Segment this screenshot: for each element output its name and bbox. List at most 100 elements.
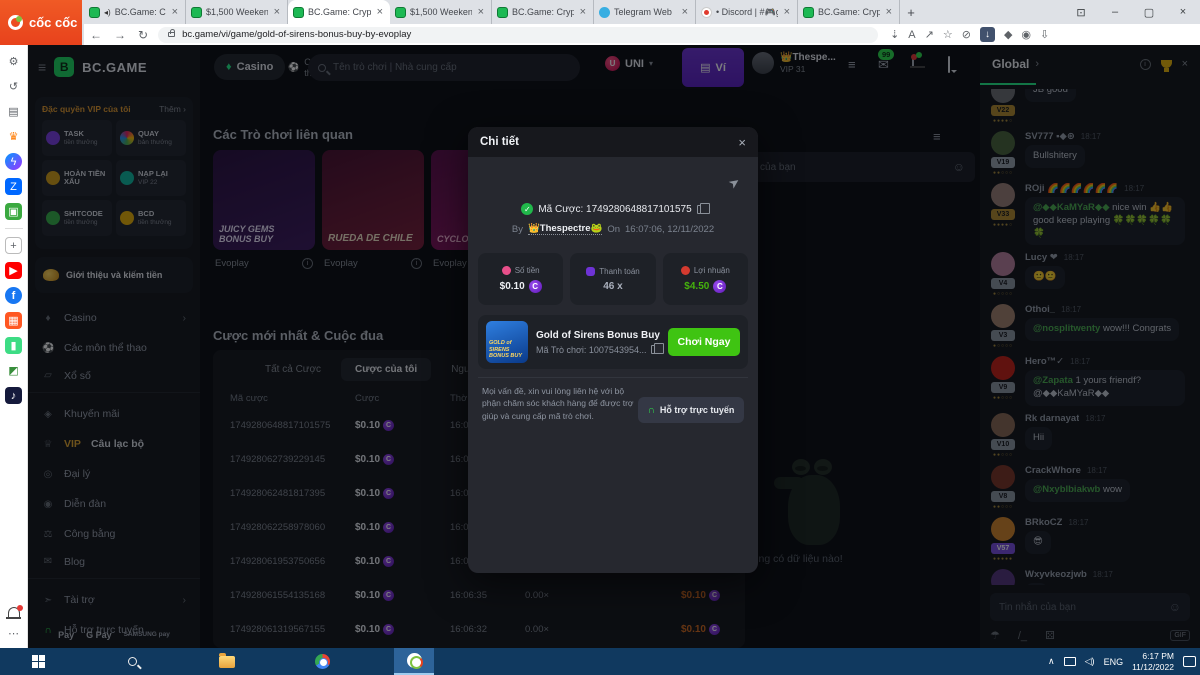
browser-tab[interactable]: ◂) BC.Game: Crypto × xyxy=(84,0,186,24)
tab-close-icon[interactable]: × xyxy=(680,6,690,18)
education-icon[interactable]: ◩ xyxy=(5,362,22,379)
verified-shield-icon: ✓ xyxy=(521,203,533,215)
downloads-tray-icon[interactable]: ⇩ xyxy=(1040,28,1049,41)
zalo-icon[interactable]: Z xyxy=(5,178,22,195)
chrome-icon[interactable] xyxy=(302,648,342,675)
taskbar-search-icon[interactable] xyxy=(112,648,152,675)
tab-close-icon[interactable]: × xyxy=(272,6,282,18)
tab-close-icon[interactable]: × xyxy=(375,6,385,18)
stat-amount: Số tiền $0.10C xyxy=(478,253,563,305)
tab-title: BC.Game: Crypto Ca xyxy=(308,7,371,17)
tab-strip: ◂) BC.Game: Crypto × $1,500 Weekend Evo × B… xyxy=(84,0,922,24)
url-text: bc.game/vi/game/gold-of-sirens-bonus-buy… xyxy=(182,29,411,40)
coccoc-taskbar-icon[interactable] xyxy=(394,648,434,675)
network-icon[interactable] xyxy=(1064,657,1076,666)
bcgame-favicon xyxy=(293,7,304,18)
maximize-button[interactable]: ▢ xyxy=(1132,6,1166,19)
facebook-icon[interactable]: f xyxy=(5,287,22,304)
browser-tab-active[interactable]: BC.Game: Crypto Ca × xyxy=(288,0,390,24)
browser-tab[interactable]: $1,500 Weekend Evo× xyxy=(390,0,492,24)
divider xyxy=(478,377,748,378)
shopping-icon[interactable]: ▦ xyxy=(5,312,22,329)
tab-close-icon[interactable]: × xyxy=(476,6,486,18)
bookmark-star-icon[interactable]: ☆ xyxy=(943,28,953,41)
stat-profit: Lợi nhuận $4.50C xyxy=(663,253,748,305)
profit-icon xyxy=(681,266,690,275)
tab-search-icon[interactable]: ⊡ xyxy=(1064,6,1098,19)
bcgame-favicon xyxy=(395,7,406,18)
payout-icon xyxy=(586,267,595,276)
support-note: Mọi vấn đề, xin vui lòng liên hệ với bộ … xyxy=(482,385,634,422)
file-explorer-icon[interactable] xyxy=(207,648,247,675)
newsfeed-icon[interactable]: ▤ xyxy=(5,103,22,120)
discord-favicon xyxy=(701,7,712,18)
add-shortcut-icon[interactable]: + xyxy=(5,237,22,254)
tab-close-icon[interactable]: × xyxy=(884,6,894,18)
tab-title: $1,500 Weekend Evo xyxy=(206,7,268,17)
forward-button[interactable]: → xyxy=(114,28,126,42)
taskbar-clock[interactable]: 6:17 PM 11/12/2022 xyxy=(1132,651,1174,672)
coccoc-logo[interactable]: cốc cốc xyxy=(0,0,82,45)
bet-id: Mã Cược: 1749280648817101575 xyxy=(538,204,691,215)
close-window-button[interactable]: × xyxy=(1166,6,1200,18)
hidden-icons-chevron[interactable]: ∧ xyxy=(1048,656,1055,667)
browser-tab[interactable]: • Discord | #🎮gam× xyxy=(696,0,798,24)
extensions-icon[interactable]: ◆ xyxy=(1004,28,1012,41)
window-controls: ⊡ – ▢ × xyxy=(1064,0,1200,24)
action-center-icon[interactable] xyxy=(1183,656,1196,667)
settings-icon[interactable]: ⚙ xyxy=(5,53,22,70)
volume-icon[interactable]: ◁) xyxy=(1085,656,1095,667)
tab-close-icon[interactable]: × xyxy=(578,6,588,18)
minimize-button[interactable]: – xyxy=(1098,6,1132,18)
messenger-icon[interactable]: ϟ xyxy=(5,153,22,170)
coccoc-logo-icon xyxy=(8,15,23,30)
divider xyxy=(5,228,23,229)
more-options-icon[interactable]: ⋯ xyxy=(5,625,22,642)
new-tab-button[interactable]: + xyxy=(900,0,922,24)
browser-tab[interactable]: $1,500 Weekend Evo × xyxy=(186,0,288,24)
game-thumbnail[interactable]: GOLD of SIRENS BONUS BUY xyxy=(486,321,528,363)
share-bet-icon[interactable]: ➤ xyxy=(725,173,743,192)
address-input[interactable]: bc.game/vi/game/gold-of-sirens-bonus-buy… xyxy=(158,27,878,43)
tab-close-icon[interactable]: × xyxy=(782,6,792,18)
coin-icon: C xyxy=(713,280,726,293)
download-icon[interactable]: ↓ xyxy=(980,27,995,42)
language-indicator[interactable]: ENG xyxy=(1104,657,1124,667)
copy-icon[interactable] xyxy=(697,205,705,214)
tab-close-icon[interactable]: × xyxy=(170,6,180,18)
tab-audio-icon[interactable]: ◂) xyxy=(104,8,111,17)
browser-tab[interactable]: BC.Game: Crypto Ca × xyxy=(492,0,594,24)
back-button[interactable]: ← xyxy=(90,28,102,42)
adblock-shield-icon[interactable]: ⊘ xyxy=(962,28,971,41)
telegram-favicon xyxy=(599,7,610,18)
bet-author[interactable]: 👑Thespectre🐸 xyxy=(528,223,602,235)
tab-title: BC.Game: Crypto xyxy=(115,7,166,17)
coin-icon: C xyxy=(529,280,542,293)
history-icon[interactable]: ↺ xyxy=(5,78,22,95)
notifications-bell-icon[interactable] xyxy=(8,607,20,617)
browser-tab[interactable]: BC.Game: Crypto Ca× xyxy=(798,0,900,24)
browser-tab[interactable]: Telegram Web× xyxy=(594,0,696,24)
reload-button[interactable]: ↻ xyxy=(138,28,148,42)
share-icon[interactable]: ↗ xyxy=(925,28,934,41)
tab-title: BC.Game: Crypto Ca xyxy=(512,7,574,17)
translate-icon[interactable]: A xyxy=(908,29,915,41)
live-support-button[interactable]: ∩ Hỗ trợ trực tuyến xyxy=(638,397,744,423)
crown-icon[interactable]: ♛ xyxy=(5,128,22,145)
youtube-icon[interactable]: ▶ xyxy=(5,262,22,279)
games-icon[interactable]: ▣ xyxy=(5,203,22,220)
lock-icon[interactable] xyxy=(168,32,175,37)
tiktok-icon[interactable]: ♪ xyxy=(5,387,22,404)
stat-payout: Thanh toán 46 x xyxy=(570,253,655,305)
bcgame-favicon xyxy=(803,7,814,18)
save-page-icon[interactable]: ⇣ xyxy=(890,28,899,41)
modal-close-icon[interactable]: × xyxy=(738,135,746,150)
profile-icon[interactable]: ◉ xyxy=(1021,28,1031,41)
copy-icon[interactable] xyxy=(651,345,659,354)
toolbar-icons: ⇣ A ↗ ☆ ⊘ ↓ ◆ ◉ ⇩ xyxy=(890,27,1049,42)
start-button[interactable] xyxy=(18,648,58,675)
play-now-button[interactable]: Chơi Ngay xyxy=(668,328,740,356)
modal-title: Chi tiết xyxy=(480,136,519,148)
battery-saver-icon[interactable]: ▮ xyxy=(5,337,22,354)
url-bar: ← → ↻ bc.game/vi/game/gold-of-sirens-bon… xyxy=(84,24,1200,45)
